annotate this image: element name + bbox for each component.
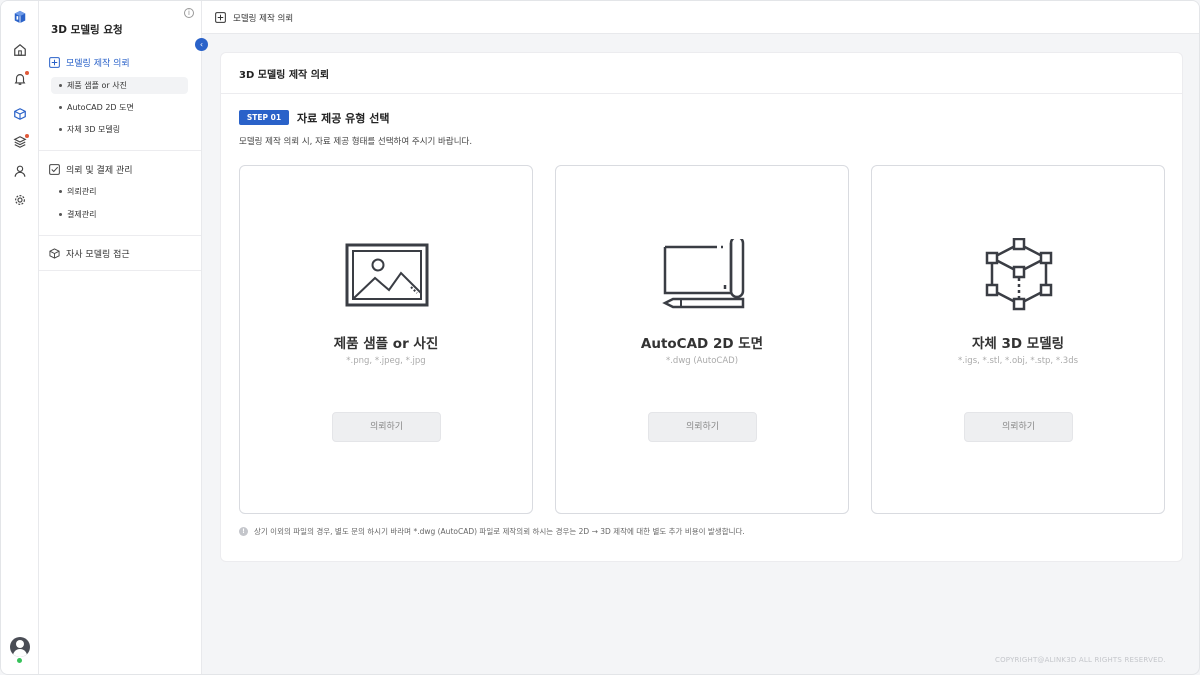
step-title: 자료 제공 유형 선택 (297, 112, 390, 125)
image-icon (342, 238, 432, 312)
card-title: AutoCAD 2D 도면 (640, 336, 764, 352)
main-panel: 3D 모델링 제작 의뢰 STEP 01 자료 제공 유형 선택 모델링 제작 … (220, 52, 1183, 562)
sidebar-section-label: 모델링 제작 의뢰 (66, 59, 130, 69)
sidebar-item-label: 의뢰관리 (67, 187, 97, 196)
panel-divider (221, 93, 1182, 94)
notice: ! 상기 이외의 파일의 경우, 별도 문의 하시기 바라며 *.dwg (Au… (239, 526, 745, 537)
sidebar-item-payment-manage[interactable]: 결제관리 (51, 206, 188, 223)
card-title: 자체 3D 모델링 (971, 336, 1065, 352)
request-button-product-sample[interactable]: 의뢰하기 (332, 412, 441, 442)
copyright: COPYRIGHT@ALINK3D ALL RIGHTS RESERVED. (995, 656, 1166, 664)
sidebar: 3D 모델링 요청 i 모델링 제작 의뢰 제품 샘플 or 사진 AutoCA… (39, 1, 202, 674)
app-window: 3D 모델링 요청 i 모델링 제작 의뢰 제품 샘플 or 사진 AutoCA… (0, 0, 1200, 675)
sidebar-collapse-button[interactable]: ‹ (195, 38, 208, 51)
sidebar-item-request-manage[interactable]: 의뢰관리 (51, 183, 188, 200)
sidebar-section-own-modeling[interactable]: 자사 모델링 접근 (49, 247, 130, 260)
sidebar-item-label: 결제관리 (67, 210, 97, 219)
top-bar: 모델링 제작 의뢰 (202, 1, 1199, 34)
card-product-sample[interactable]: 제품 샘플 or 사진 *.png, *.jpeg, *.jpg 의뢰하기 (239, 165, 533, 514)
step-badge: STEP 01 (239, 110, 289, 125)
card-extensions: *.png, *.jpeg, *.jpg (346, 356, 426, 366)
sidebar-item-label: 제품 샘플 or 사진 (67, 81, 127, 90)
sidebar-section-label: 의뢰 및 결제 관리 (66, 166, 133, 176)
sidebar-section-label: 자사 모델링 접근 (66, 250, 130, 260)
gear-icon[interactable] (12, 192, 28, 208)
sidebar-item-own-3d[interactable]: 자체 3D 모델링 (51, 121, 188, 138)
card-title: 제품 샘플 or 사진 (333, 336, 439, 352)
sidebar-item-label: AutoCAD 2D 도면 (67, 103, 134, 112)
sidebar-title: 3D 모델링 요청 (51, 24, 123, 36)
request-button-own-3d[interactable]: 의뢰하기 (964, 412, 1073, 442)
bell-icon[interactable] (12, 71, 29, 87)
sidebar-divider (39, 150, 201, 151)
online-status-dot (17, 658, 22, 663)
plus-square-icon (49, 57, 60, 68)
notification-dot (25, 71, 29, 75)
check-square-icon (49, 164, 60, 175)
sidebar-divider (39, 270, 201, 271)
sidebar-item-autocad[interactable]: AutoCAD 2D 도면 (51, 99, 188, 116)
icon-rail (1, 1, 39, 674)
card-own-3d[interactable]: 자체 3D 모델링 *.igs, *.stl, *.obj, *.stp, *.… (871, 165, 1165, 514)
avatar[interactable] (10, 637, 30, 657)
cube-icon (49, 248, 60, 259)
sidebar-section-modeling-request[interactable]: 모델링 제작 의뢰 (49, 56, 130, 69)
layers-alert-dot (25, 134, 29, 138)
breadcrumb: 모델링 제작 의뢰 (233, 14, 294, 24)
card-autocad[interactable]: AutoCAD 2D 도면 *.dwg (AutoCAD) 의뢰하기 (555, 165, 849, 514)
info-icon[interactable]: i (184, 8, 194, 18)
sidebar-item-product-sample[interactable]: 제품 샘플 or 사진 (51, 77, 188, 94)
step-description: 모델링 제작 의뢰 시, 자료 제공 형태를 선택하여 주시기 바랍니다. (239, 137, 473, 147)
logo-icon[interactable] (12, 9, 28, 25)
sidebar-divider (39, 235, 201, 236)
notice-icon: ! (239, 527, 248, 536)
card-extensions: *.igs, *.stl, *.obj, *.stp, *.3ds (957, 356, 1079, 366)
request-button-autocad[interactable]: 의뢰하기 (648, 412, 757, 442)
panel-title: 3D 모델링 제작 의뢰 (239, 70, 330, 81)
sidebar-section-request-payment[interactable]: 의뢰 및 결제 관리 (49, 163, 133, 176)
3d-cube-icon (974, 238, 1064, 312)
cube-nav-icon[interactable] (12, 106, 28, 122)
layers-icon[interactable] (12, 134, 29, 150)
home-icon[interactable] (12, 42, 28, 58)
sidebar-item-label: 자체 3D 모델링 (67, 125, 121, 134)
card-extensions: *.dwg (AutoCAD) (665, 356, 739, 366)
blueprint-icon (658, 238, 748, 312)
notice-text: 상기 이외의 파일의 경우, 별도 문의 하시기 바라며 *.dwg (Auto… (254, 527, 745, 536)
plus-square-icon (215, 12, 226, 23)
user-icon[interactable] (12, 163, 28, 179)
